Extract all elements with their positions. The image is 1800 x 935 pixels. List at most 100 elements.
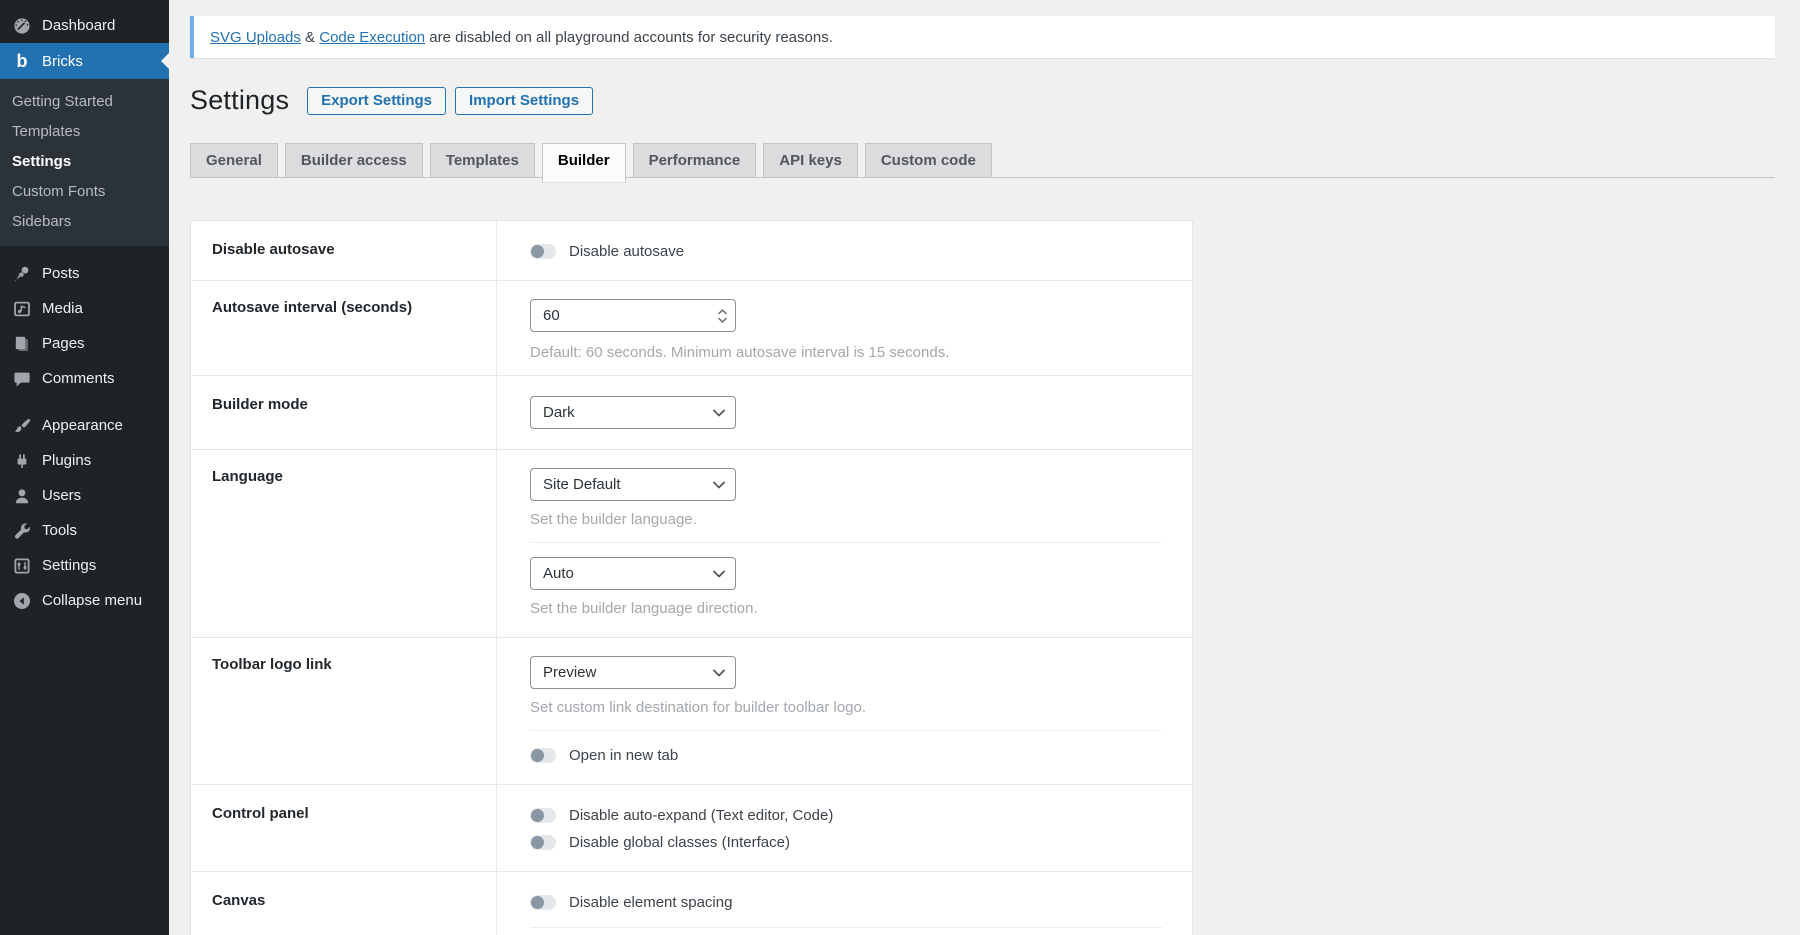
pages-icon [12, 334, 32, 354]
chevron-down-icon [713, 481, 725, 489]
sidebar-item-templates[interactable]: Templates [0, 116, 169, 146]
inner-divider [530, 927, 1162, 928]
setting-description: Set the builder language direction. [530, 600, 1162, 617]
media-icon [12, 299, 32, 319]
bricks-submenu: Getting Started Templates Settings Custo… [0, 79, 169, 246]
sidebar-item-appearance[interactable]: Appearance [0, 408, 169, 443]
tab-builder-access[interactable]: Builder access [285, 143, 423, 178]
disable-element-spacing-toggle[interactable] [530, 895, 556, 910]
setting-description: Default: 60 seconds. Minimum autosave in… [530, 344, 1162, 361]
setting-row-language: Language Site Default Set the builder la… [191, 450, 1192, 638]
wrench-icon [12, 521, 32, 541]
dashboard-gauge-icon [12, 16, 32, 36]
toggle-label: Disable element spacing [569, 894, 732, 911]
tab-api-keys[interactable]: API keys [763, 143, 858, 178]
settings-tabs: General Builder access Templates Builder… [190, 143, 1775, 178]
sidebar-item-getting-started[interactable]: Getting Started [0, 86, 169, 116]
sidebar-item-users[interactable]: Users [0, 478, 169, 513]
sidebar-item-label: Tools [42, 522, 77, 539]
chevron-down-icon [713, 409, 725, 417]
code-execution-link[interactable]: Code Execution [319, 29, 425, 46]
sidebar-item-label: Comments [42, 370, 115, 387]
setting-label: Control panel [212, 805, 309, 822]
sidebar-item-label: Appearance [42, 417, 123, 434]
notice-banner: SVG Uploads & Code Execution are disable… [190, 16, 1775, 58]
sidebar-item-posts[interactable]: Posts [0, 256, 169, 291]
sidebar-item-media[interactable]: Media [0, 291, 169, 326]
setting-label: Language [212, 468, 283, 485]
inner-divider [530, 730, 1162, 731]
active-menu-arrow-icon [161, 53, 169, 69]
wp-admin-app: Dashboard b Bricks Getting Started Templ… [0, 0, 1800, 935]
sidebar-item-label: Plugins [42, 452, 91, 469]
sidebar-item-dashboard[interactable]: Dashboard [0, 8, 169, 43]
setting-label: Toolbar logo link [212, 656, 332, 673]
autosave-interval-input[interactable] [530, 299, 736, 332]
svg-uploads-link[interactable]: SVG Uploads [210, 29, 301, 46]
chevron-down-icon [713, 570, 725, 578]
tab-performance[interactable]: Performance [633, 143, 757, 178]
toggle-label: Disable global classes (Interface) [569, 834, 790, 851]
collapse-menu-icon [12, 591, 32, 611]
toggle-label: Disable auto-expand (Text editor, Code) [569, 807, 833, 824]
pushpin-icon [12, 264, 32, 284]
collapse-menu-button[interactable]: Collapse menu [0, 583, 169, 618]
settings-table: Disable autosave Disable autosave Autosa… [190, 220, 1193, 935]
toolbar-logo-link-select[interactable]: Preview [530, 656, 736, 689]
builder-language-select[interactable]: Site Default [530, 468, 736, 501]
sidebar-item-settings-current[interactable]: Settings [0, 146, 169, 176]
disable-global-classes-toggle[interactable] [530, 835, 556, 850]
sidebar-item-bricks[interactable]: b Bricks [0, 43, 169, 79]
toggle-label: Disable autosave [569, 243, 684, 260]
sidebar-item-label: Posts [42, 265, 80, 282]
disable-autosave-toggle[interactable] [530, 244, 556, 259]
sidebar-item-custom-fonts[interactable]: Custom Fonts [0, 176, 169, 206]
inner-divider [530, 542, 1162, 543]
tab-general[interactable]: General [190, 143, 278, 178]
comments-icon [12, 369, 32, 389]
settings-sliders-icon [12, 556, 32, 576]
builder-mode-select[interactable]: Dark [530, 396, 736, 429]
setting-label: Builder mode [212, 396, 308, 413]
sidebar-item-plugins[interactable]: Plugins [0, 443, 169, 478]
setting-label: Disable autosave [212, 241, 335, 258]
plugin-icon [12, 451, 32, 471]
appearance-brush-icon [12, 416, 32, 436]
import-settings-button[interactable]: Import Settings [455, 87, 593, 115]
disable-auto-expand-toggle[interactable] [530, 808, 556, 823]
sidebar-item-pages[interactable]: Pages [0, 326, 169, 361]
toggle-label: Open in new tab [569, 747, 678, 764]
setting-row-builder-mode: Builder mode Dark [191, 376, 1192, 450]
sidebar-item-settings[interactable]: Settings [0, 548, 169, 583]
setting-row-control-panel: Control panel Disable auto-expand (Text … [191, 785, 1192, 872]
sidebar-item-tools[interactable]: Tools [0, 513, 169, 548]
tab-custom-code[interactable]: Custom code [865, 143, 992, 178]
setting-description: Set the builder language. [530, 511, 1162, 528]
setting-label: Autosave interval (seconds) [212, 299, 412, 316]
admin-sidebar: Dashboard b Bricks Getting Started Templ… [0, 0, 169, 935]
export-settings-button[interactable]: Export Settings [307, 87, 446, 115]
sidebar-item-label: Users [42, 487, 81, 504]
page-header: Settings Export Settings Import Settings [190, 85, 1775, 116]
main-content: SVG Uploads & Code Execution are disable… [169, 0, 1800, 935]
bricks-logo-icon: b [12, 51, 32, 71]
setting-row-autosave-interval: Autosave interval (seconds) Default: 60 … [191, 281, 1192, 376]
sidebar-item-label: Settings [42, 557, 96, 574]
setting-row-toolbar-logo-link: Toolbar logo link Preview Set custom lin… [191, 638, 1192, 785]
setting-row-canvas: Canvas Disable element spacing [191, 872, 1192, 935]
sidebar-item-sidebars[interactable]: Sidebars [0, 206, 169, 236]
open-in-new-tab-toggle[interactable] [530, 748, 556, 763]
language-direction-select[interactable]: Auto [530, 557, 736, 590]
sidebar-item-comments[interactable]: Comments [0, 361, 169, 396]
sidebar-item-label: Collapse menu [42, 592, 142, 609]
sidebar-item-label: Media [42, 300, 83, 317]
sidebar-item-label: Dashboard [42, 17, 115, 34]
setting-description: Set custom link destination for builder … [530, 699, 1162, 716]
sidebar-item-label: Bricks [42, 53, 83, 70]
tab-templates[interactable]: Templates [430, 143, 535, 178]
tab-builder[interactable]: Builder [542, 143, 626, 183]
chevron-down-icon [713, 669, 725, 677]
number-stepper-icon[interactable] [718, 309, 727, 323]
setting-label: Canvas [212, 892, 265, 909]
user-icon [12, 486, 32, 506]
